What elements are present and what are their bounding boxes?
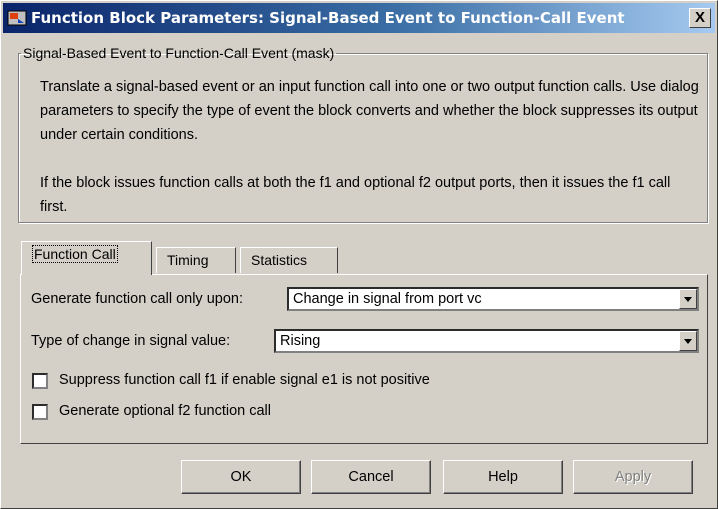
tab-label: Statistics	[251, 252, 308, 268]
generate-label: Generate function call only upon:	[31, 291, 243, 307]
window-title: Function Block Parameters: Signal-Based …	[31, 9, 625, 27]
optional-f2-checkbox[interactable]	[32, 404, 48, 420]
change-type-value: Rising	[280, 333, 321, 349]
generate-select[interactable]: Change in signal from port vc	[287, 287, 699, 311]
suppress-label: Suppress function call f1 if enable sign…	[59, 372, 430, 388]
close-button[interactable]: X	[689, 8, 711, 28]
mask-description: Translate a signal-based event or an inp…	[40, 75, 700, 243]
tab-label: Function Call	[32, 245, 118, 263]
tab-label: Timing	[167, 252, 209, 268]
description-paragraph-1: Translate a signal-based event or an inp…	[40, 79, 699, 143]
dialog-window: Function Block Parameters: Signal-Based …	[0, 0, 718, 509]
title-bar[interactable]: Function Block Parameters: Signal-Based …	[3, 3, 715, 33]
suppress-checkbox[interactable]	[32, 373, 48, 389]
change-type-select[interactable]: Rising	[274, 329, 699, 353]
close-icon: X	[694, 9, 705, 26]
help-button[interactable]: Help	[443, 460, 563, 494]
apply-button[interactable]: Apply	[573, 460, 693, 494]
mask-legend: Signal-Based Event to Function-Call Even…	[23, 45, 335, 61]
chevron-down-icon[interactable]	[679, 331, 697, 351]
simulink-block-icon	[7, 10, 27, 26]
ok-button[interactable]: OK	[181, 460, 301, 494]
generate-value: Change in signal from port vc	[293, 291, 482, 307]
cancel-button[interactable]: Cancel	[311, 460, 431, 494]
optional-f2-label: Generate optional f2 function call	[59, 403, 271, 419]
description-paragraph-2: If the block issues function calls at bo…	[40, 175, 671, 215]
tab-function-call[interactable]: Function Call	[21, 241, 152, 275]
tab-timing[interactable]: Timing	[156, 247, 236, 273]
tab-panel-function-call: Generate function call only upon: Change…	[20, 274, 708, 444]
chevron-down-icon[interactable]	[679, 289, 697, 309]
change-type-label: Type of change in signal value:	[31, 333, 231, 349]
tab-statistics[interactable]: Statistics	[240, 247, 338, 273]
